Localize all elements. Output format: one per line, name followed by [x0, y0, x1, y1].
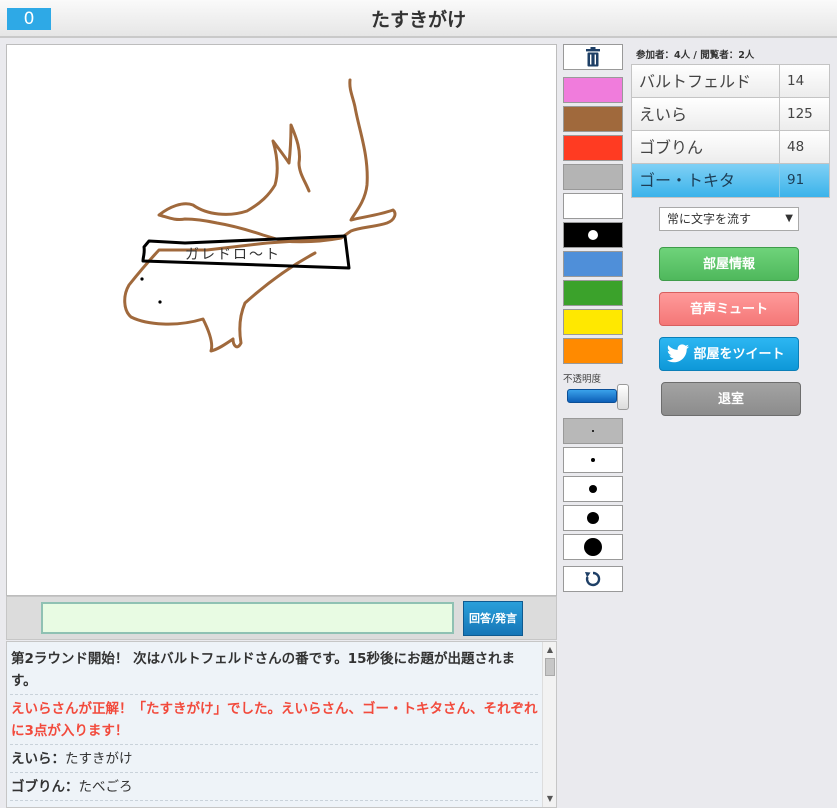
- pen-size-dot-icon: [589, 485, 597, 493]
- player-name: バルトフェルド: [632, 65, 780, 97]
- pen-size-dot-icon: [587, 512, 599, 524]
- scroll-up-arrow-icon[interactable]: ▲: [544, 643, 556, 657]
- color-swatch[interactable]: [563, 222, 623, 248]
- chat-separator: ：: [65, 779, 79, 795]
- player-row: えいら 125: [632, 98, 829, 131]
- opacity-slider[interactable]: [567, 384, 629, 410]
- chat-message: 第2ラウンド開始！ 次はバルトフェルドさんの番です。15秒後にお題が出題されます…: [10, 645, 538, 695]
- undo-button[interactable]: [563, 566, 623, 592]
- mute-button[interactable]: 音声ミュート: [659, 292, 799, 326]
- clear-canvas-button[interactable]: [563, 44, 623, 70]
- scroll-down-arrow-icon[interactable]: ▼: [544, 792, 556, 806]
- player-score: 91: [787, 172, 805, 188]
- text-scroll-select-value: 常に文字を流す: [667, 212, 752, 226]
- color-swatch[interactable]: [563, 251, 623, 277]
- twitter-bird-icon: [667, 344, 689, 363]
- pen-size-dot-icon: [591, 458, 595, 462]
- answer-bar: 回答/発言: [6, 596, 557, 640]
- player-row-current: ゴー・トキタ 91: [632, 164, 829, 197]
- tweet-room-button[interactable]: 部屋をツイート: [659, 337, 799, 371]
- chat-user: ゴブりん: [11, 779, 65, 795]
- chat-message: えいら：たすきがけ: [10, 745, 538, 773]
- drawing-text: ガレドロ〜ト: [185, 247, 281, 263]
- color-swatch[interactable]: [563, 77, 623, 103]
- player-score: 48: [787, 139, 805, 155]
- chat-user: えいら: [11, 751, 52, 767]
- chat-log[interactable]: 第2ラウンド開始！ 次はバルトフェルドさんの番です。15秒後にお題が出題されます…: [6, 641, 557, 808]
- tweet-room-label: 部屋をツイート: [693, 347, 785, 362]
- player-score: 14: [787, 73, 805, 89]
- participant-count: 参加者：4人 / 閲覧者：2人: [636, 50, 755, 61]
- color-swatch[interactable]: [563, 135, 623, 161]
- pen-size-button[interactable]: [563, 476, 623, 502]
- trash-icon: [586, 47, 600, 67]
- opacity-slider-thumb[interactable]: [617, 384, 629, 410]
- player-score: 125: [787, 106, 813, 122]
- text-scroll-select[interactable]: 常に文字を流す ▼: [659, 207, 799, 231]
- opacity-slider-track[interactable]: [567, 389, 617, 403]
- player-row: バルトフェルド 14: [632, 65, 829, 98]
- answer-input[interactable]: [41, 602, 454, 634]
- player-row: ゴブりん 48: [632, 131, 829, 164]
- pen-size-dot-icon: [592, 430, 594, 432]
- player-list: バルトフェルド 14 えいら 125 ゴブりん 48 ゴー・トキタ 91: [631, 64, 830, 198]
- answer-submit-button[interactable]: 回答/発言: [463, 601, 523, 636]
- color-swatch[interactable]: [563, 164, 623, 190]
- color-swatch[interactable]: [563, 193, 623, 219]
- opacity-label: 不透明度: [563, 374, 602, 385]
- room-info-button[interactable]: 部屋情報: [659, 247, 799, 281]
- player-name: えいら: [632, 98, 780, 130]
- chat-scrollbar[interactable]: ▲ ▼: [542, 642, 556, 807]
- color-swatch[interactable]: [563, 338, 623, 364]
- color-swatch[interactable]: [563, 280, 623, 306]
- chat-text: たすきがけ: [65, 751, 133, 767]
- drawing-canvas[interactable]: ガレドロ〜ト: [6, 44, 557, 596]
- pen-size-dot-icon: [584, 538, 602, 556]
- chat-message: ゴブりん：たべごろ: [10, 773, 538, 801]
- player-name: ゴー・トキタ: [632, 164, 780, 197]
- undo-icon: [585, 571, 601, 587]
- pen-size-button[interactable]: [563, 447, 623, 473]
- chat-message: えいらさんが正解！「たすきがけ」でした。えいらさん、ゴー・トキタさん、それぞれに…: [10, 695, 538, 745]
- chat-separator: ：: [51, 751, 66, 767]
- pen-size-button[interactable]: [563, 534, 623, 560]
- color-swatch[interactable]: [563, 106, 623, 132]
- drawing: ガレドロ〜ト: [123, 78, 397, 353]
- exit-room-button[interactable]: 退室: [661, 382, 801, 416]
- header: 0 たすきがけ: [0, 0, 837, 38]
- pen-size-button[interactable]: [563, 505, 623, 531]
- player-name: ゴブりん: [632, 131, 780, 163]
- page-title: たすきがけ: [370, 9, 466, 31]
- chat-text: たべごろ: [78, 779, 133, 795]
- chevron-down-icon: ▼: [785, 213, 793, 224]
- color-swatch[interactable]: [563, 309, 623, 335]
- scroll-thumb[interactable]: [545, 658, 555, 676]
- pen-size-button[interactable]: [563, 418, 623, 444]
- chat-messages: 第2ラウンド開始！ 次はバルトフェルドさんの番です。15秒後にお題が出題されます…: [10, 645, 538, 801]
